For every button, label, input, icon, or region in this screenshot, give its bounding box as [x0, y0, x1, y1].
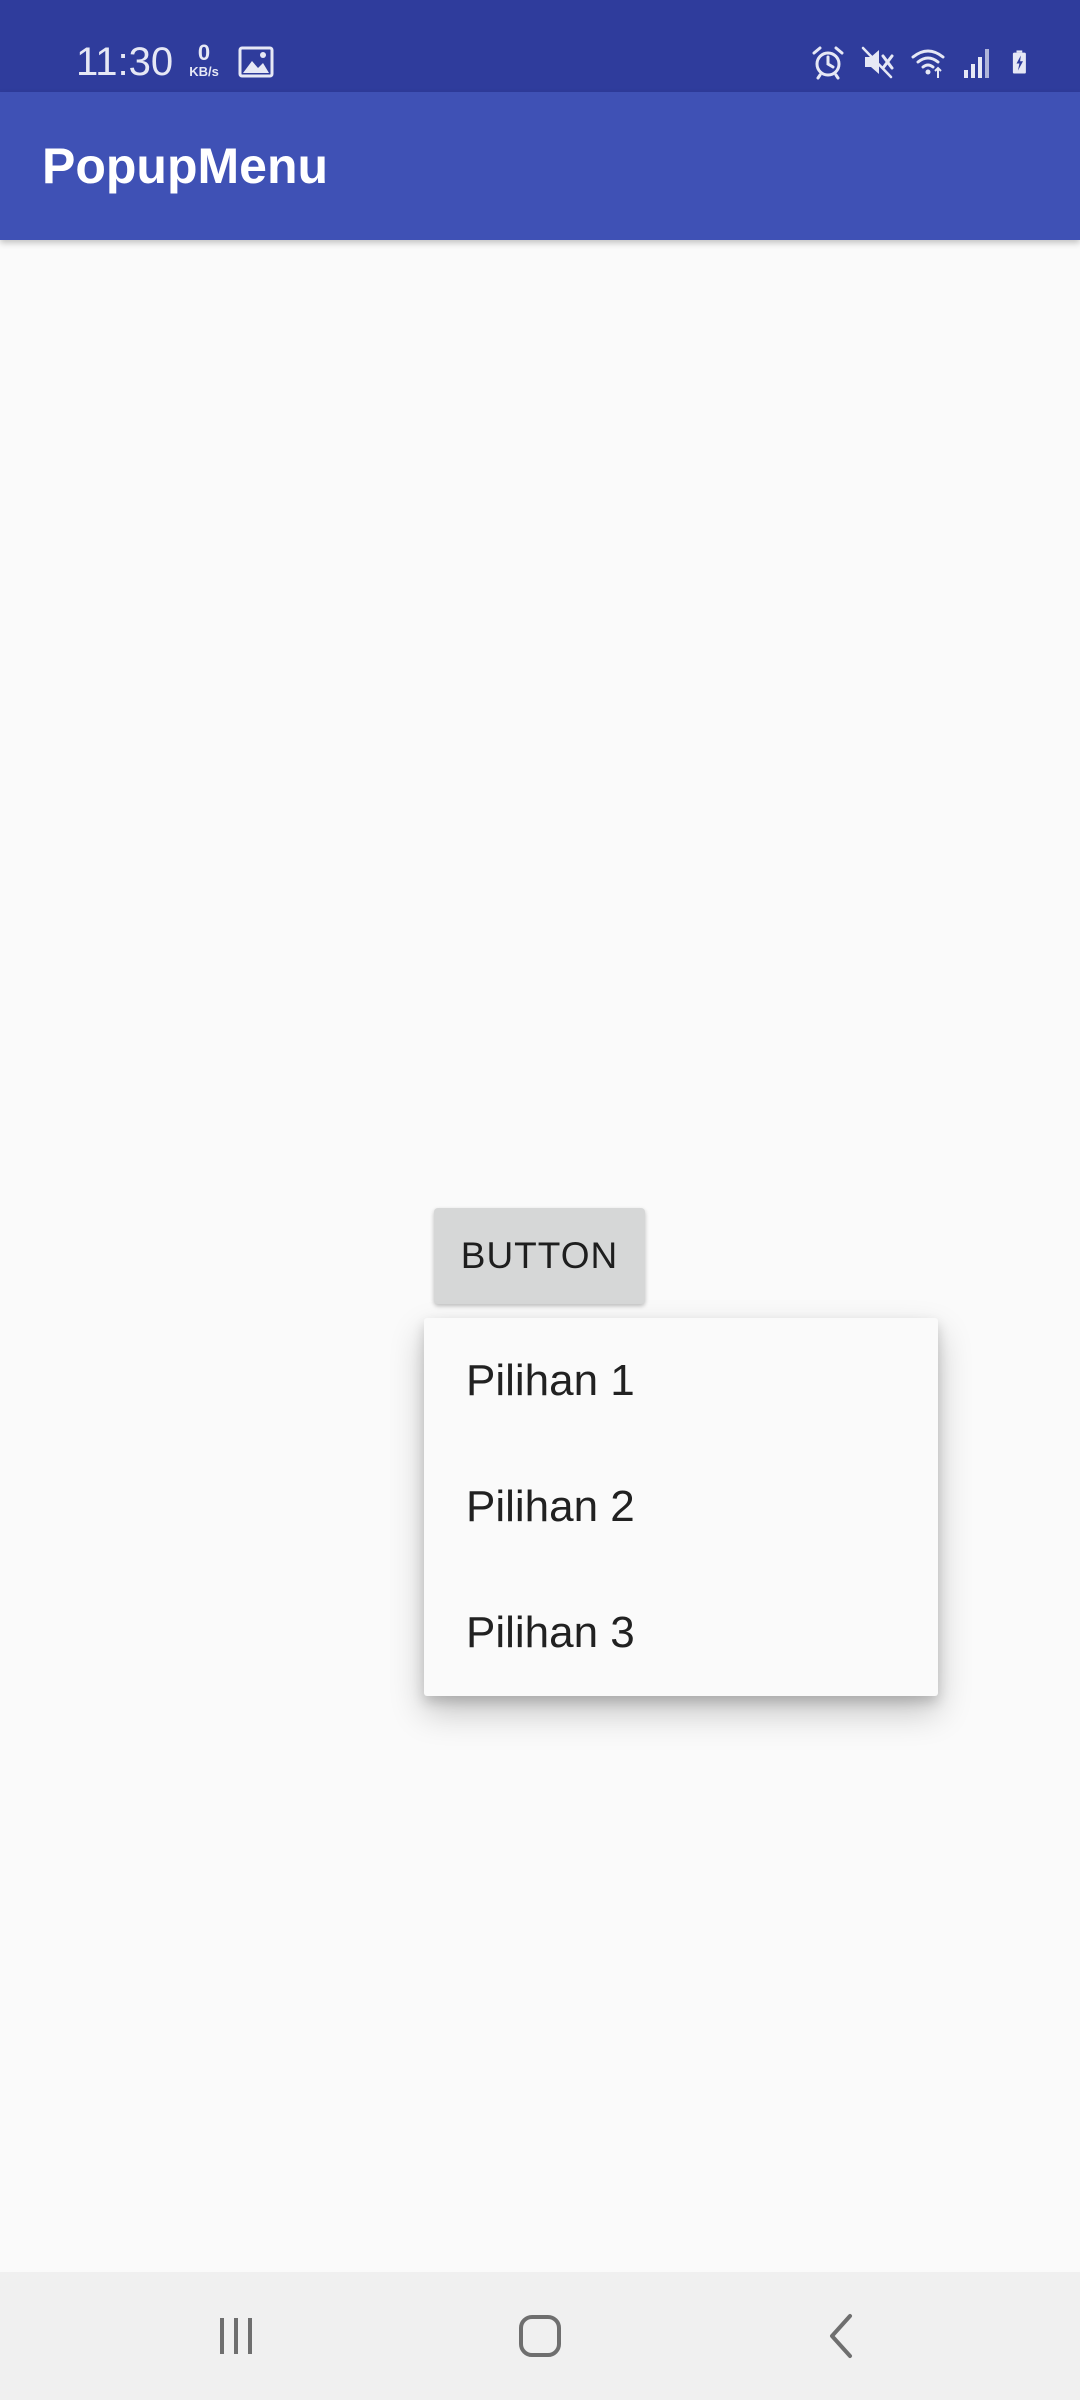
recents-button[interactable]	[196, 2296, 276, 2376]
back-button[interactable]	[802, 2296, 882, 2376]
menu-item-pilihan-3[interactable]: Pilihan 3	[424, 1570, 938, 1696]
screen: 11:30 0 KB/s PopupMenu BUTTON Pilihan 1 …	[0, 0, 1080, 2400]
navigation-bar	[0, 2272, 1080, 2400]
battery-charging-icon	[1012, 50, 1026, 74]
status-bar: 11:30 0 KB/s	[0, 0, 1080, 92]
app-bar: PopupMenu	[0, 92, 1080, 240]
gallery-icon	[238, 46, 274, 78]
home-icon	[519, 2315, 561, 2357]
menu-item-pilihan-2[interactable]: Pilihan 2	[424, 1444, 938, 1570]
menu-item-pilihan-1[interactable]: Pilihan 1	[424, 1318, 938, 1444]
network-speed-unit: KB/s	[189, 64, 219, 79]
wifi-icon	[911, 49, 945, 78]
network-speed: 0 KB/s	[184, 42, 224, 80]
popup-menu: Pilihan 1 Pilihan 2 Pilihan 3	[424, 1318, 938, 1696]
mute-icon	[861, 46, 894, 79]
popup-trigger-button[interactable]: BUTTON	[434, 1208, 645, 1304]
home-button[interactable]	[500, 2296, 580, 2376]
network-speed-value: 0	[197, 40, 211, 65]
back-icon	[830, 2314, 852, 2358]
status-time: 11:30	[76, 40, 174, 84]
app-title: PopupMenu	[42, 138, 329, 194]
alarm-icon	[812, 46, 844, 80]
system-icons	[810, 44, 1036, 80]
signal-icon	[964, 49, 989, 78]
recents-icon	[220, 2318, 252, 2354]
